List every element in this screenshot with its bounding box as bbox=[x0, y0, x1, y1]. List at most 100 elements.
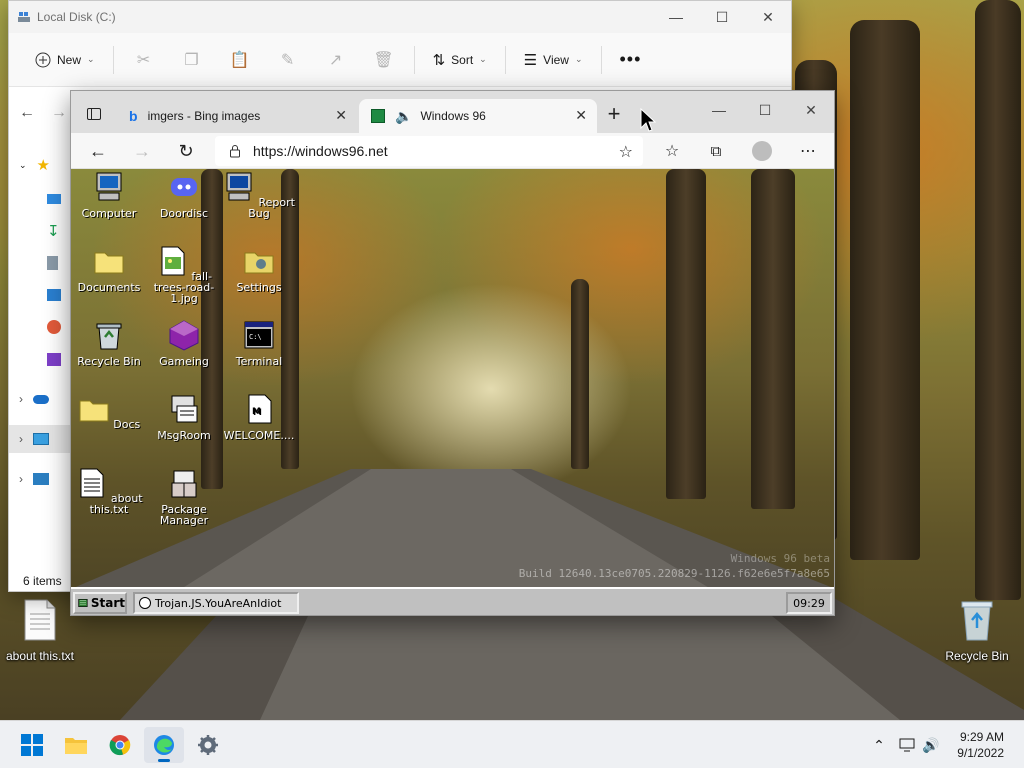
w96-icon-label: Package Manager bbox=[159, 503, 209, 527]
nav-item-documents[interactable] bbox=[9, 249, 73, 277]
address-url[interactable]: https://windows96.net bbox=[253, 143, 388, 159]
browser-tab-strip: b imgers - Bing images ✕ 🔈 Windows 96 ✕ … bbox=[71, 91, 834, 133]
w96-icon-terminal[interactable]: C:\ Terminal bbox=[221, 319, 297, 367]
w96-icon-fall-trees[interactable]: fall-trees-road-1.jpg bbox=[146, 245, 222, 304]
nav-item-music[interactable] bbox=[9, 313, 73, 341]
chrome-icon bbox=[109, 735, 131, 756]
explorer-titlebar[interactable]: Local Disk (C:) — ☐ ✕ bbox=[9, 1, 791, 33]
address-bar[interactable]: https://windows96.net ☆ bbox=[215, 136, 643, 166]
more-icon: ⋯ bbox=[800, 143, 816, 160]
taskbar-settings[interactable] bbox=[188, 727, 228, 763]
w96-start-button[interactable]: Start bbox=[73, 592, 127, 614]
folder-icon bbox=[65, 738, 87, 754]
w96-icon-settings[interactable]: Settings bbox=[221, 245, 297, 293]
sort-button-label: Sort bbox=[451, 52, 474, 67]
explorer-back-button[interactable]: ← → bbox=[9, 99, 73, 127]
system-clock[interactable]: 9:29 AM 9/1/2022 bbox=[957, 729, 1004, 761]
copy-icon[interactable]: ❐ bbox=[168, 50, 216, 70]
game-icon bbox=[169, 320, 199, 351]
paste-icon[interactable]: 📋 bbox=[216, 50, 264, 70]
taskbar-file-explorer[interactable] bbox=[56, 727, 96, 763]
recycle-bin-icon bbox=[961, 601, 993, 641]
w96-start-label: Start bbox=[90, 596, 125, 610]
mouse-cursor-icon bbox=[640, 108, 656, 132]
monitor-icon bbox=[33, 433, 49, 445]
network-icon[interactable] bbox=[896, 721, 918, 768]
share-icon[interactable]: ↗ bbox=[312, 50, 360, 70]
computer-icon bbox=[96, 172, 122, 201]
w96-icon-recycle-bin[interactable]: Recycle Bin bbox=[71, 319, 147, 367]
rename-icon[interactable]: ✎ bbox=[264, 50, 312, 70]
nav-item-videos[interactable] bbox=[9, 345, 73, 373]
tree-trunk bbox=[571, 279, 589, 469]
minimize-button[interactable]: — bbox=[653, 1, 699, 33]
taskbar-edge[interactable] bbox=[144, 727, 184, 763]
delete-icon[interactable]: 🗑 bbox=[360, 50, 408, 70]
nav-item-desktop[interactable] bbox=[9, 185, 73, 213]
collections-icon: ⧉ bbox=[710, 142, 722, 160]
windows96-desktop[interactable]: Computer Doordisc Report Bug Documents f… bbox=[71, 169, 834, 615]
w96-icon-package-manager[interactable]: Package Manager bbox=[146, 467, 222, 526]
nav-item-pictures[interactable] bbox=[9, 281, 73, 309]
sort-button[interactable]: ⇅ Sort ⌄ bbox=[421, 44, 499, 76]
close-tab-icon[interactable]: ✕ bbox=[575, 107, 587, 124]
svg-text:M: M bbox=[252, 407, 261, 417]
w96-icon-welcome[interactable]: M WELCOME.... bbox=[221, 393, 297, 441]
drive-icon bbox=[18, 12, 30, 22]
w96-icon-gameing[interactable]: Gameing bbox=[146, 319, 222, 367]
taskbar-chrome[interactable] bbox=[100, 727, 140, 763]
new-tab-button[interactable]: + bbox=[599, 100, 629, 128]
new-button[interactable]: New ⌄ bbox=[23, 44, 107, 76]
divider bbox=[112, 45, 114, 74]
chevron-right-icon: › bbox=[19, 472, 23, 486]
desktop-icon-about-txt[interactable]: about this.txt bbox=[4, 598, 76, 663]
explorer-command-bar: New ⌄ ✂ ❐ 📋 ✎ ↗ 🗑 ⇅ Sort ⌄ ☰ View ⌄ ••• bbox=[9, 33, 791, 87]
w96-icon-docs[interactable]: Docs bbox=[71, 393, 147, 430]
w96-icon-about-txt[interactable]: about this.txt bbox=[71, 467, 147, 515]
more-options-button[interactable]: ••• bbox=[608, 44, 654, 76]
w96-task-button[interactable]: Trojan.JS.YouAreAnIdiot bbox=[133, 592, 299, 614]
maximize-button[interactable]: ☐ bbox=[699, 1, 745, 33]
w96-icon-report-bug[interactable]: Report Bug bbox=[221, 171, 297, 219]
close-button[interactable]: ✕ bbox=[745, 1, 791, 33]
tab-actions-button[interactable] bbox=[79, 100, 109, 128]
back-button[interactable]: ← bbox=[83, 137, 113, 165]
maximize-button[interactable]: ☐ bbox=[742, 91, 788, 129]
close-tab-icon[interactable]: ✕ bbox=[335, 107, 347, 124]
nav-item-downloads[interactable]: ↧ bbox=[9, 217, 73, 245]
w96-icon-doordisc[interactable]: Doordisc bbox=[146, 171, 222, 219]
collections-button[interactable]: ⧉ bbox=[701, 137, 731, 165]
w96-icon-documents[interactable]: Documents bbox=[71, 245, 147, 293]
back-arrow-icon: ← bbox=[89, 140, 107, 161]
plus-icon: + bbox=[607, 101, 621, 126]
favorite-add-icon[interactable]: ☆ bbox=[619, 142, 633, 162]
nav-item-network[interactable]: › bbox=[9, 465, 73, 493]
profile-button[interactable] bbox=[747, 137, 777, 165]
nav-item-this-pc[interactable]: › bbox=[9, 425, 73, 453]
chevron-right-icon: › bbox=[19, 432, 23, 446]
desktop-icon-recycle-bin[interactable]: Recycle Bin bbox=[942, 598, 1012, 663]
cloud-icon bbox=[33, 394, 49, 404]
tab-bing-images[interactable]: b imgers - Bing images ✕ bbox=[117, 99, 357, 133]
refresh-button[interactable]: ↻ bbox=[171, 137, 201, 165]
forward-button[interactable]: → bbox=[127, 137, 157, 165]
refresh-icon: ↻ bbox=[178, 140, 194, 161]
favorites-button[interactable]: ☆ bbox=[657, 137, 687, 165]
minimize-button[interactable]: — bbox=[696, 91, 742, 129]
edge-browser-window[interactable]: b imgers - Bing images ✕ 🔈 Windows 96 ✕ … bbox=[70, 90, 835, 616]
w96-icon-msgroom[interactable]: MsgRoom bbox=[146, 393, 222, 441]
start-button[interactable] bbox=[12, 727, 52, 763]
show-hidden-icons-button[interactable]: ⌃ bbox=[868, 721, 890, 768]
tab-windows-96[interactable]: 🔈 Windows 96 ✕ bbox=[359, 99, 597, 133]
close-button[interactable]: ✕ bbox=[788, 91, 834, 129]
cut-icon[interactable]: ✂ bbox=[120, 50, 168, 70]
view-button[interactable]: ☰ View ⌄ bbox=[512, 44, 595, 76]
w96-icon-computer[interactable]: Computer bbox=[71, 171, 147, 219]
settings-menu-button[interactable]: ⋯ bbox=[793, 137, 823, 165]
pictures-icon bbox=[47, 289, 61, 301]
volume-icon[interactable]: 🔊 bbox=[920, 721, 942, 768]
desktop-icon-label: about this.txt bbox=[5, 649, 75, 663]
nav-item-quick-access[interactable]: ⌄ ★ bbox=[9, 151, 73, 179]
nav-item-onedrive[interactable]: › bbox=[9, 385, 73, 413]
tree-trunk bbox=[975, 0, 1021, 600]
